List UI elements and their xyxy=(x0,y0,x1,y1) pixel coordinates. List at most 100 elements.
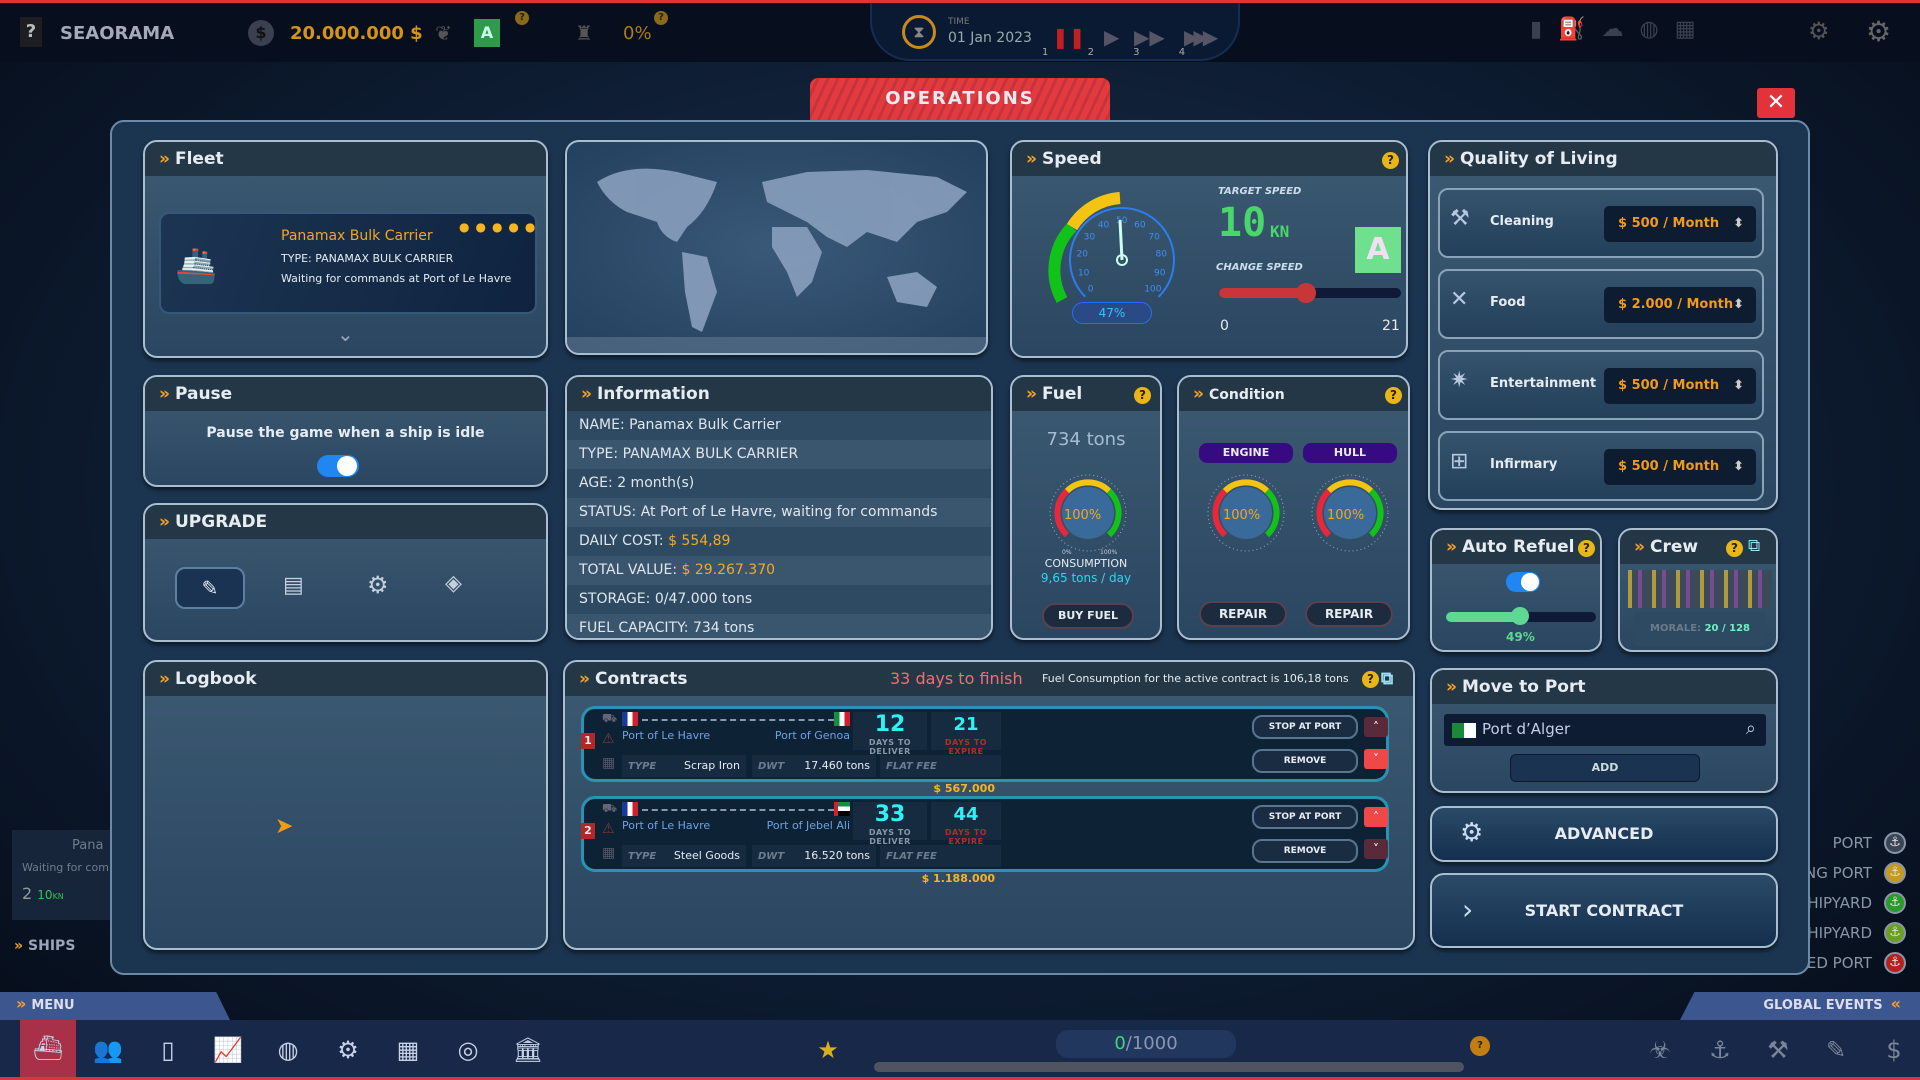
info-row: TOTAL VALUE: $ 29.267.370 xyxy=(567,556,991,585)
repair-hull-button[interactable]: REPAIR xyxy=(1305,601,1393,627)
help-icon[interactable]: ? xyxy=(1134,387,1151,404)
remove-contract-button[interactable]: REMOVE xyxy=(1252,839,1358,863)
move-up-button[interactable]: ˄ xyxy=(1364,717,1388,737)
contract-row[interactable]: 1 ⛟ ⚠ ▦ Port of Le Havre Port of Genoa 1… xyxy=(581,706,1389,795)
help-icon[interactable]: ? xyxy=(1470,1036,1490,1056)
documents-menu-icon[interactable]: ▯ xyxy=(148,1030,188,1070)
close-button[interactable]: ✕ xyxy=(1757,88,1795,118)
buy-fuel-button[interactable]: BUY FUEL xyxy=(1042,603,1134,629)
wrench-icon[interactable]: ✎ xyxy=(1816,1030,1856,1070)
remove-contract-button[interactable]: REMOVE xyxy=(1252,749,1358,773)
auto-refuel-toggle[interactable] xyxy=(1506,572,1540,592)
settings-gear-icon[interactable]: ⚙ xyxy=(1866,15,1891,48)
statistics-menu-icon[interactable]: 📈 xyxy=(208,1030,248,1070)
food-budget-stepper[interactable]: $ 2.000 / Month ⬍ xyxy=(1604,287,1756,323)
move-down-button[interactable]: ˅ xyxy=(1364,749,1388,769)
play-speed-button[interactable]: ▶ xyxy=(1104,25,1119,49)
info-value: 734 tons xyxy=(692,620,755,636)
repair-engine-button[interactable]: REPAIR xyxy=(1199,601,1287,627)
blueprint-icon[interactable]: ▤ xyxy=(283,573,304,598)
paint-bucket-icon[interactable]: ◈ xyxy=(445,571,462,596)
external-link-icon[interactable]: ⧉ xyxy=(1381,662,1393,696)
fast-speed-button[interactable]: ▶▶ xyxy=(1134,25,1165,49)
percent-value: 0% xyxy=(623,23,652,44)
world-trade-menu-icon[interactable]: ◎ xyxy=(448,1030,488,1070)
help-icon[interactable]: ? xyxy=(1382,152,1399,169)
stop-at-port-button[interactable]: STOP AT PORT xyxy=(1252,805,1358,829)
quality-item-food: ✕ Food $ 2.000 / Month ⬍ xyxy=(1438,269,1764,339)
expand-chevron-icon[interactable]: ⌄ xyxy=(337,322,354,346)
anchor-icon: ⚓ xyxy=(1884,832,1906,854)
background-ship-card[interactable]: Pana Waiting for com 2 10KN xyxy=(12,830,112,920)
medal-icon[interactable]: ⚙ xyxy=(1808,17,1830,45)
bank-menu-icon[interactable]: 🏛 xyxy=(508,1030,548,1070)
gauge-tick-label: 100 xyxy=(1144,284,1161,294)
ships-tab[interactable]: » SHIPS xyxy=(14,938,75,954)
help-icon[interactable]: ? xyxy=(1726,540,1743,557)
world-map-panel[interactable] xyxy=(565,140,988,355)
move-up-button[interactable]: ˄ xyxy=(1364,807,1388,827)
crane-icon[interactable]: ⚒ xyxy=(1758,1030,1798,1070)
contracts-title: Contracts xyxy=(594,669,688,689)
transport-menu-icon[interactable]: ⚙ xyxy=(328,1030,368,1070)
help-icon[interactable]: ? xyxy=(1578,540,1595,557)
gauge-tick-label: 0 xyxy=(1088,284,1094,294)
help-icon[interactable]: ? xyxy=(654,11,668,25)
buildings-menu-icon[interactable]: ▦ xyxy=(388,1030,428,1070)
destination-flag-icon xyxy=(834,712,850,726)
search-icon[interactable]: ⌕ xyxy=(1746,718,1756,739)
contract-row[interactable]: 2 ⛟ ⚠ ▦ Port of Le Havre Port of Jebel A… xyxy=(581,796,1389,885)
biohazard-icon[interactable]: ☣ xyxy=(1640,1030,1680,1070)
gauge-needle xyxy=(1118,219,1124,261)
fleet-menu-ship-icon[interactable]: ⛴ xyxy=(20,1020,76,1077)
calendar-icon: ▦ xyxy=(602,845,616,861)
auto-refuel-slider[interactable] xyxy=(1446,607,1596,625)
pause-toggle[interactable] xyxy=(317,455,359,477)
start-contract-button[interactable]: › START CONTRACT xyxy=(1430,873,1778,948)
rename-pencil-button[interactable]: ✎ xyxy=(175,567,245,609)
cleaning-budget-stepper[interactable]: $ 500 / Month ⬍ xyxy=(1604,206,1756,242)
advanced-button[interactable]: ⚙ ADVANCED xyxy=(1430,806,1778,862)
auto-refuel-panel: » Auto Refuel ? 49% xyxy=(1430,528,1602,652)
fastest-speed-button[interactable]: ▶▶▶ xyxy=(1184,25,1218,49)
crew-banner[interactable] xyxy=(1628,570,1772,608)
pause-speed-button[interactable]: ❚❚ xyxy=(1052,25,1086,49)
external-link-icon[interactable]: ⧉ xyxy=(1748,536,1760,556)
stop-at-port-button[interactable]: STOP AT PORT xyxy=(1252,715,1358,739)
crew-menu-icon[interactable]: 👥 xyxy=(88,1030,128,1070)
help-icon[interactable]: ? xyxy=(515,11,529,25)
help-icon[interactable]: ? xyxy=(1385,387,1402,404)
info-key: STATUS: xyxy=(579,504,637,520)
rank-star-icon[interactable]: ★ xyxy=(808,1030,848,1070)
logbook-title: Logbook xyxy=(174,669,257,689)
move-down-button[interactable]: ˅ xyxy=(1364,839,1388,859)
chevron-icon: » xyxy=(159,149,170,169)
chevron-icon: » xyxy=(159,512,170,532)
target-speed-label: TARGET SPEED xyxy=(1218,186,1302,197)
speed-slider[interactable] xyxy=(1219,283,1401,303)
add-port-button[interactable]: ADD xyxy=(1510,754,1700,782)
information-list: NAME: Panamax Bulk Carrier TYPE: PANAMAX … xyxy=(567,411,991,638)
engine-gear-icon[interactable]: ⚙ xyxy=(367,571,389,599)
global-events-tab[interactable]: GLOBAL EVENTS « xyxy=(1680,992,1920,1020)
help-button[interactable]: ? xyxy=(20,17,42,47)
help-icon[interactable]: ? xyxy=(1362,671,1379,688)
port-search-input[interactable]: Port d’Alger ⌕ xyxy=(1444,714,1766,746)
entertainment-budget-stepper[interactable]: $ 500 / Month ⬍ xyxy=(1604,368,1756,404)
chevron-icon: » xyxy=(1634,537,1645,557)
bottom-bar: ⛴ 👥 ▯ 📈 ◍ ⚙ ▦ ◎ 🏛 ★ 0/1000 ? ☣ ⚓ ⚒ ✎ $ xyxy=(0,1020,1920,1080)
contract-number: 2 xyxy=(581,823,595,839)
top-bar: ? SEAORAMA $ 20.000.000 $ ❦ A ? ♜ 0% ? ⧗… xyxy=(0,0,1920,62)
top-right-icons[interactable]: ▮⛽☁◍▦ xyxy=(1530,17,1711,42)
anchor-icon[interactable]: ⚓ xyxy=(1700,1030,1740,1070)
info-key: AGE: xyxy=(579,475,613,491)
globe-menu-icon[interactable]: ◍ xyxy=(268,1030,308,1070)
gauge-tick-label: 70 xyxy=(1148,232,1160,242)
money-up-icon[interactable]: $ xyxy=(1874,1030,1914,1070)
morale-value: 20 / 128 xyxy=(1704,623,1750,634)
eco-rating-badge[interactable]: A xyxy=(474,19,500,47)
infirmary-budget-stepper[interactable]: $ 500 / Month ⬍ xyxy=(1604,449,1756,485)
menu-tab[interactable]: » MENU xyxy=(0,992,230,1020)
ship-card[interactable]: 🚢 Panamax Bulk Carrier TYPE: PANAMAX BUL… xyxy=(159,212,537,314)
anchor-icon: ⚓ xyxy=(1884,922,1906,944)
